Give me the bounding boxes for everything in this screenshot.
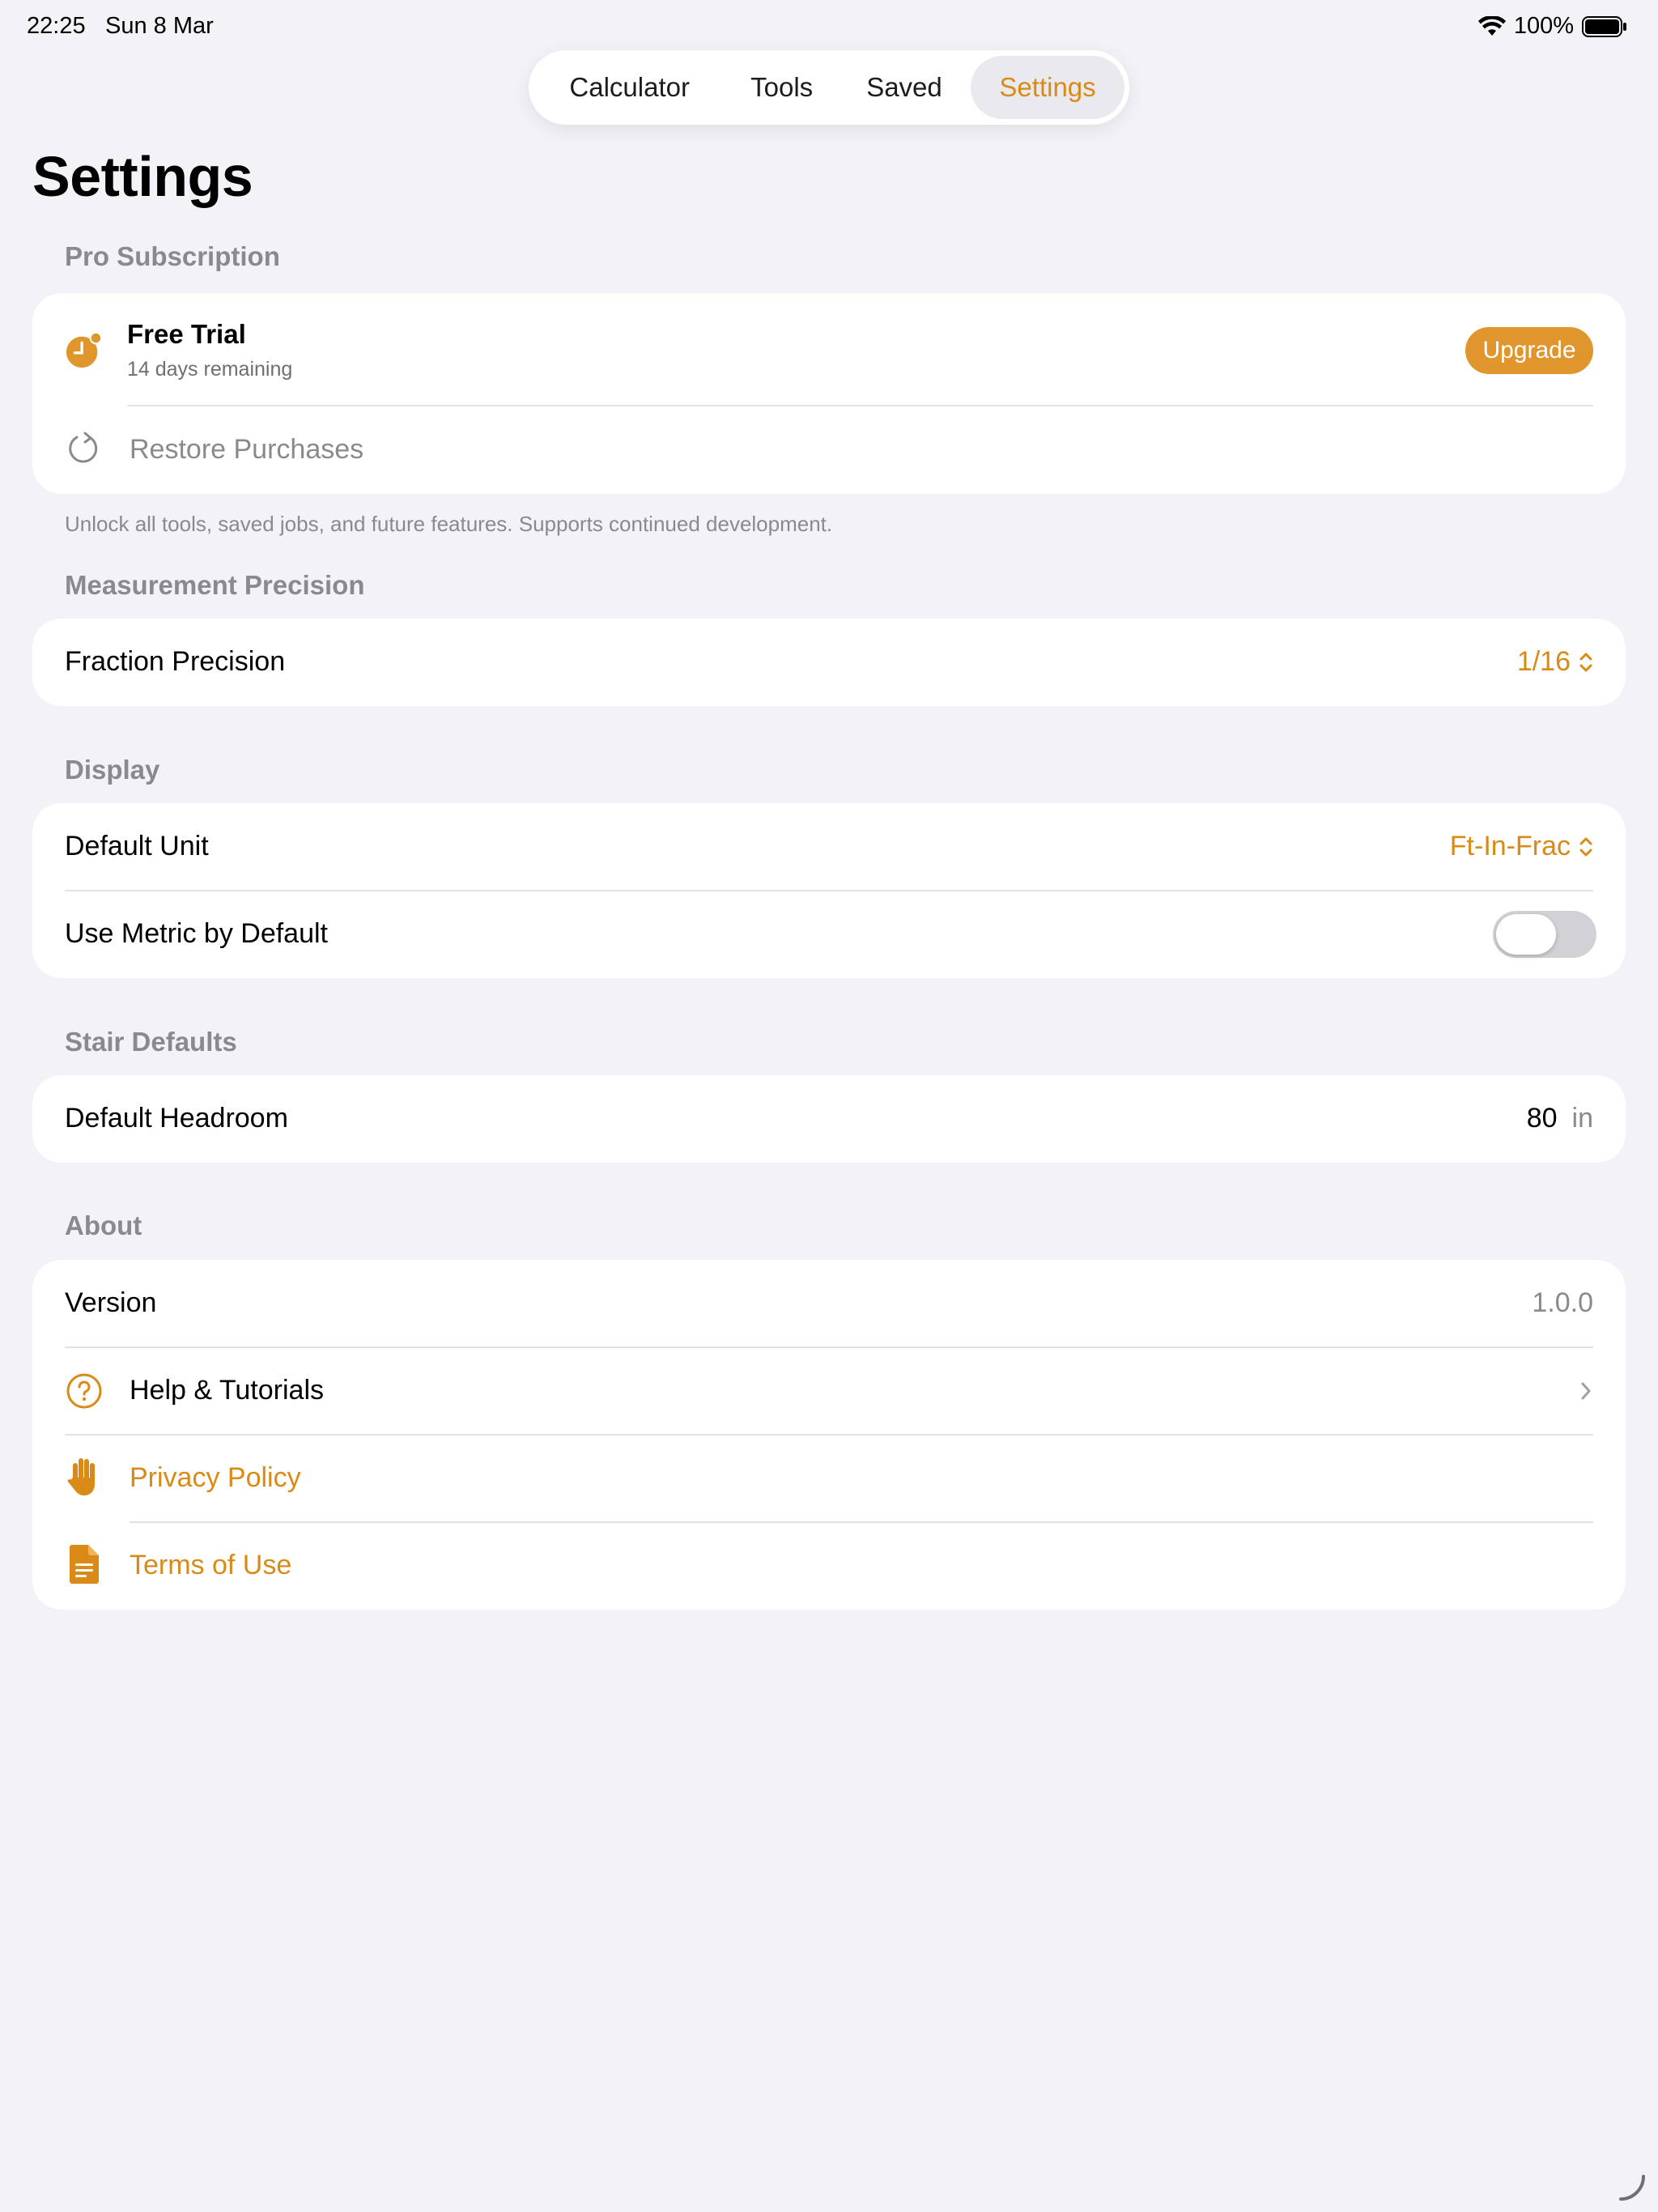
pro-card: Free Trial 14 days remaining Upgrade Res… [32, 293, 1626, 494]
tab-tools[interactable]: Tools [725, 56, 837, 119]
section-header-display: Display [65, 755, 160, 785]
trial-subtitle: 14 days remaining [127, 358, 293, 381]
section-header-pro: Pro Subscription [65, 241, 280, 271]
version-row: Version 1.0.0 [32, 1260, 1626, 1347]
toggle-knob [1496, 914, 1556, 955]
terms-of-use-link[interactable]: Terms of Use [130, 1550, 291, 1581]
fraction-precision-row[interactable]: Fraction Precision 1/16 [32, 619, 1626, 706]
status-time: 22:25 [27, 13, 86, 39]
tab-saved[interactable]: Saved [838, 56, 971, 119]
default-headroom-field[interactable]: 80 in [1527, 1103, 1593, 1134]
fraction-precision-label: Fraction Precision [65, 646, 286, 677]
default-headroom-unit: in [1571, 1103, 1593, 1134]
resize-handle-icon [1619, 2175, 1645, 2201]
hand-raised-icon [65, 1457, 104, 1496]
privacy-policy-row[interactable]: Privacy Policy [32, 1435, 1626, 1522]
restore-purchases-label: Restore Purchases [130, 434, 364, 465]
battery-icon [1582, 15, 1626, 37]
use-metric-toggle[interactable] [1493, 911, 1596, 958]
trial-clock-icon [65, 330, 104, 369]
section-header-stairs: Stair Defaults [65, 1027, 237, 1057]
pro-footer-note: Unlock all tools, saved jobs, and future… [65, 512, 833, 536]
chevron-updown-icon [1579, 837, 1592, 856]
tab-settings[interactable]: Settings [971, 56, 1124, 119]
section-header-about: About [65, 1210, 142, 1240]
use-metric-label: Use Metric by Default [65, 918, 328, 949]
about-card: Version 1.0.0 Help & Tutorials Privacy P… [32, 1260, 1626, 1610]
default-headroom-value[interactable]: 80 [1527, 1103, 1558, 1134]
wifi-icon [1477, 15, 1506, 36]
version-label: Version [65, 1287, 157, 1318]
tab-bar: Calculator Tools Saved Settings [529, 50, 1129, 125]
display-card: Default Unit Ft-In-Frac Use Metric by De… [32, 803, 1626, 978]
precision-card: Fraction Precision 1/16 [32, 619, 1626, 706]
page-title: Settings [32, 145, 253, 208]
section-header-precision: Measurement Precision [65, 570, 365, 600]
default-headroom-row: Default Headroom 80 in [32, 1075, 1626, 1163]
fraction-precision-value: 1/16 [1516, 646, 1571, 677]
status-date: Sun 8 Mar [105, 13, 214, 39]
version-value: 1.0.0 [1532, 1287, 1593, 1318]
status-right: 100% [1477, 13, 1627, 40]
use-metric-row: Use Metric by Default [32, 891, 1626, 978]
restore-arrow-icon [65, 429, 104, 468]
default-unit-label: Default Unit [65, 831, 209, 861]
tab-calculator[interactable]: Calculator [534, 56, 725, 119]
chevron-right-icon [1581, 1382, 1591, 1400]
privacy-policy-link[interactable]: Privacy Policy [130, 1462, 301, 1494]
battery-percent: 100% [1513, 13, 1574, 39]
trial-title: Free Trial [127, 319, 246, 349]
free-trial-row: Free Trial 14 days remaining Upgrade [32, 293, 1626, 406]
default-unit-picker[interactable]: Ft-In-Frac [1450, 831, 1593, 862]
default-headroom-label: Default Headroom [65, 1103, 288, 1134]
help-tutorials-row[interactable]: Help & Tutorials [32, 1347, 1626, 1435]
status-bar: 22:25 Sun 8 Mar 100% [0, 0, 1658, 52]
stairs-card: Default Headroom 80 in [32, 1075, 1626, 1163]
restore-purchases-row[interactable]: Restore Purchases [32, 406, 1626, 494]
terms-of-use-row[interactable]: Terms of Use [32, 1522, 1626, 1610]
default-unit-value: Ft-In-Frac [1449, 831, 1571, 861]
upgrade-button[interactable]: Upgrade [1465, 327, 1593, 374]
chevron-updown-icon [1579, 653, 1592, 671]
help-tutorials-label: Help & Tutorials [130, 1375, 324, 1406]
document-icon [65, 1545, 104, 1584]
default-unit-row[interactable]: Default Unit Ft-In-Frac [32, 803, 1626, 891]
fraction-precision-picker[interactable]: 1/16 [1517, 646, 1593, 678]
question-circle-icon [65, 1372, 104, 1410]
